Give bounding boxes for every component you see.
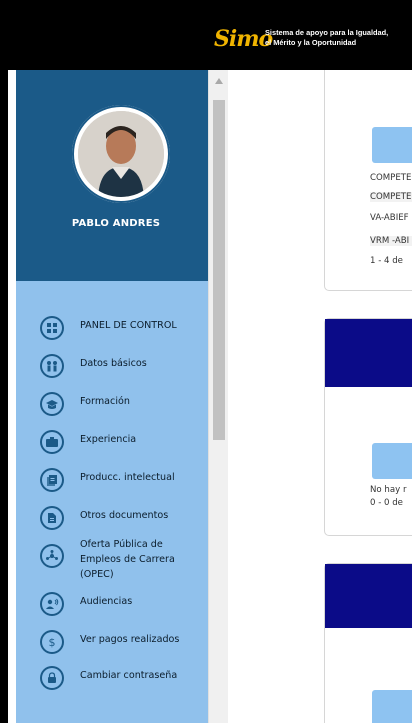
- dollar-icon: $: [40, 630, 64, 654]
- card2-empty-message: No hay r: [370, 485, 407, 495]
- avatar-photo: [78, 111, 164, 197]
- opec-label-line1: Oferta Pública de: [80, 539, 163, 550]
- sidebar-item-formacion[interactable]: Formación: [16, 381, 216, 419]
- scroll-up-arrow-icon[interactable]: [215, 78, 223, 84]
- opec-label-line2: Empleos de Carrera (OPEC): [80, 554, 175, 580]
- sidebar-item-ver-pagos[interactable]: $ Ver pagos realizados: [16, 619, 216, 657]
- card1-row-3: VA-ABIEF: [370, 213, 409, 223]
- sidebar-item-label: Experiencia: [80, 434, 137, 445]
- top-header: Simo Sistema de apoyo para la Igualdad, …: [8, 8, 412, 70]
- card3-action-button[interactable]: [372, 690, 412, 723]
- avatar: [78, 111, 164, 197]
- card1-pagination: 1 - 4 de: [370, 256, 403, 266]
- sidebar-item-label: Audiencias: [80, 596, 133, 607]
- content-card-3: [324, 563, 412, 723]
- sidebar: PABLO ANDRES PANEL DE CONTROL Datos bási…: [16, 70, 228, 723]
- profile-name: PABLO ANDRES: [71, 218, 161, 229]
- card2-pagination: 0 - 0 de: [370, 498, 403, 508]
- sidebar-item-otros-documentos[interactable]: Otros documentos: [16, 495, 216, 533]
- header-tagline: Sistema de apoyo para la Igualdad, el Mé…: [265, 28, 388, 48]
- sidebar-item-datos-basicos[interactable]: Datos básicos: [16, 343, 216, 381]
- tagline-line2: el Mérito y la Oportunidad: [265, 38, 357, 47]
- graduation-icon: [40, 392, 64, 416]
- card2-action-button[interactable]: [372, 443, 412, 479]
- content-card-2: No hay r 0 - 0 de: [324, 318, 412, 536]
- sidebar-scrollbar[interactable]: [208, 70, 229, 723]
- profile-panel: PABLO ANDRES: [16, 70, 216, 281]
- card1-row-2: COMPETE: [370, 192, 412, 202]
- sidebar-item-label: Cambiar contraseña: [80, 670, 178, 681]
- card1-row-1: COMPETE: [370, 173, 412, 183]
- sidebar-item-label: Ver pagos realizados: [80, 634, 180, 645]
- card1-row-4: VRM -ABI: [370, 236, 412, 246]
- content-card-1: COMPETE COMPETE VA-ABIEF VRM -ABI 1 - 4 …: [324, 70, 412, 291]
- sidebar-item-audiencias[interactable]: Audiencias: [16, 581, 216, 619]
- card1-action-button[interactable]: [372, 127, 412, 163]
- sidebar-item-panel-de-control[interactable]: PANEL DE CONTROL: [16, 305, 216, 343]
- sidebar-item-producc-intelectual[interactable]: Producc. intelectual: [16, 457, 216, 495]
- hub-icon: [40, 544, 64, 568]
- simo-logo-text: Simo: [214, 26, 273, 52]
- sidebar-item-label: Producc. intelectual: [80, 472, 175, 483]
- simo-logo: Simo: [214, 26, 273, 56]
- card2-header: [325, 319, 412, 387]
- svg-text:$: $: [49, 636, 56, 648]
- document-icon: [40, 506, 64, 530]
- sidebar-item-experiencia[interactable]: Experiencia: [16, 419, 216, 457]
- avatar-frame: [72, 105, 170, 203]
- main-content: COMPETE COMPETE VA-ABIEF VRM -ABI 1 - 4 …: [228, 70, 412, 723]
- lock-icon: [40, 666, 64, 690]
- sidebar-item-opec[interactable]: Oferta Pública de Empleos de Carrera (OP…: [16, 533, 216, 580]
- speaking-person-icon: [40, 592, 64, 616]
- briefcase-icon: [40, 430, 64, 454]
- app-frame: Simo Sistema de apoyo para la Igualdad, …: [8, 8, 412, 723]
- people-icon: [40, 354, 64, 378]
- dashboard-icon: [40, 316, 64, 340]
- document-stack-icon: [40, 468, 64, 492]
- sidebar-item-label: Formación: [80, 396, 130, 407]
- tagline-line1: Sistema de apoyo para la Igualdad,: [265, 28, 389, 37]
- sidebar-item-label: Oferta Pública de Empleos de Carrera (OP…: [80, 537, 210, 582]
- sidebar-item-label: Otros documentos: [80, 510, 169, 521]
- scroll-thumb[interactable]: [213, 100, 225, 440]
- sidebar-item-label: Datos básicos: [80, 358, 147, 369]
- sidebar-item-label: PANEL DE CONTROL: [80, 320, 177, 331]
- sidebar-item-cambiar-contrasena[interactable]: Cambiar contraseña: [16, 655, 216, 693]
- card3-header: [325, 564, 412, 628]
